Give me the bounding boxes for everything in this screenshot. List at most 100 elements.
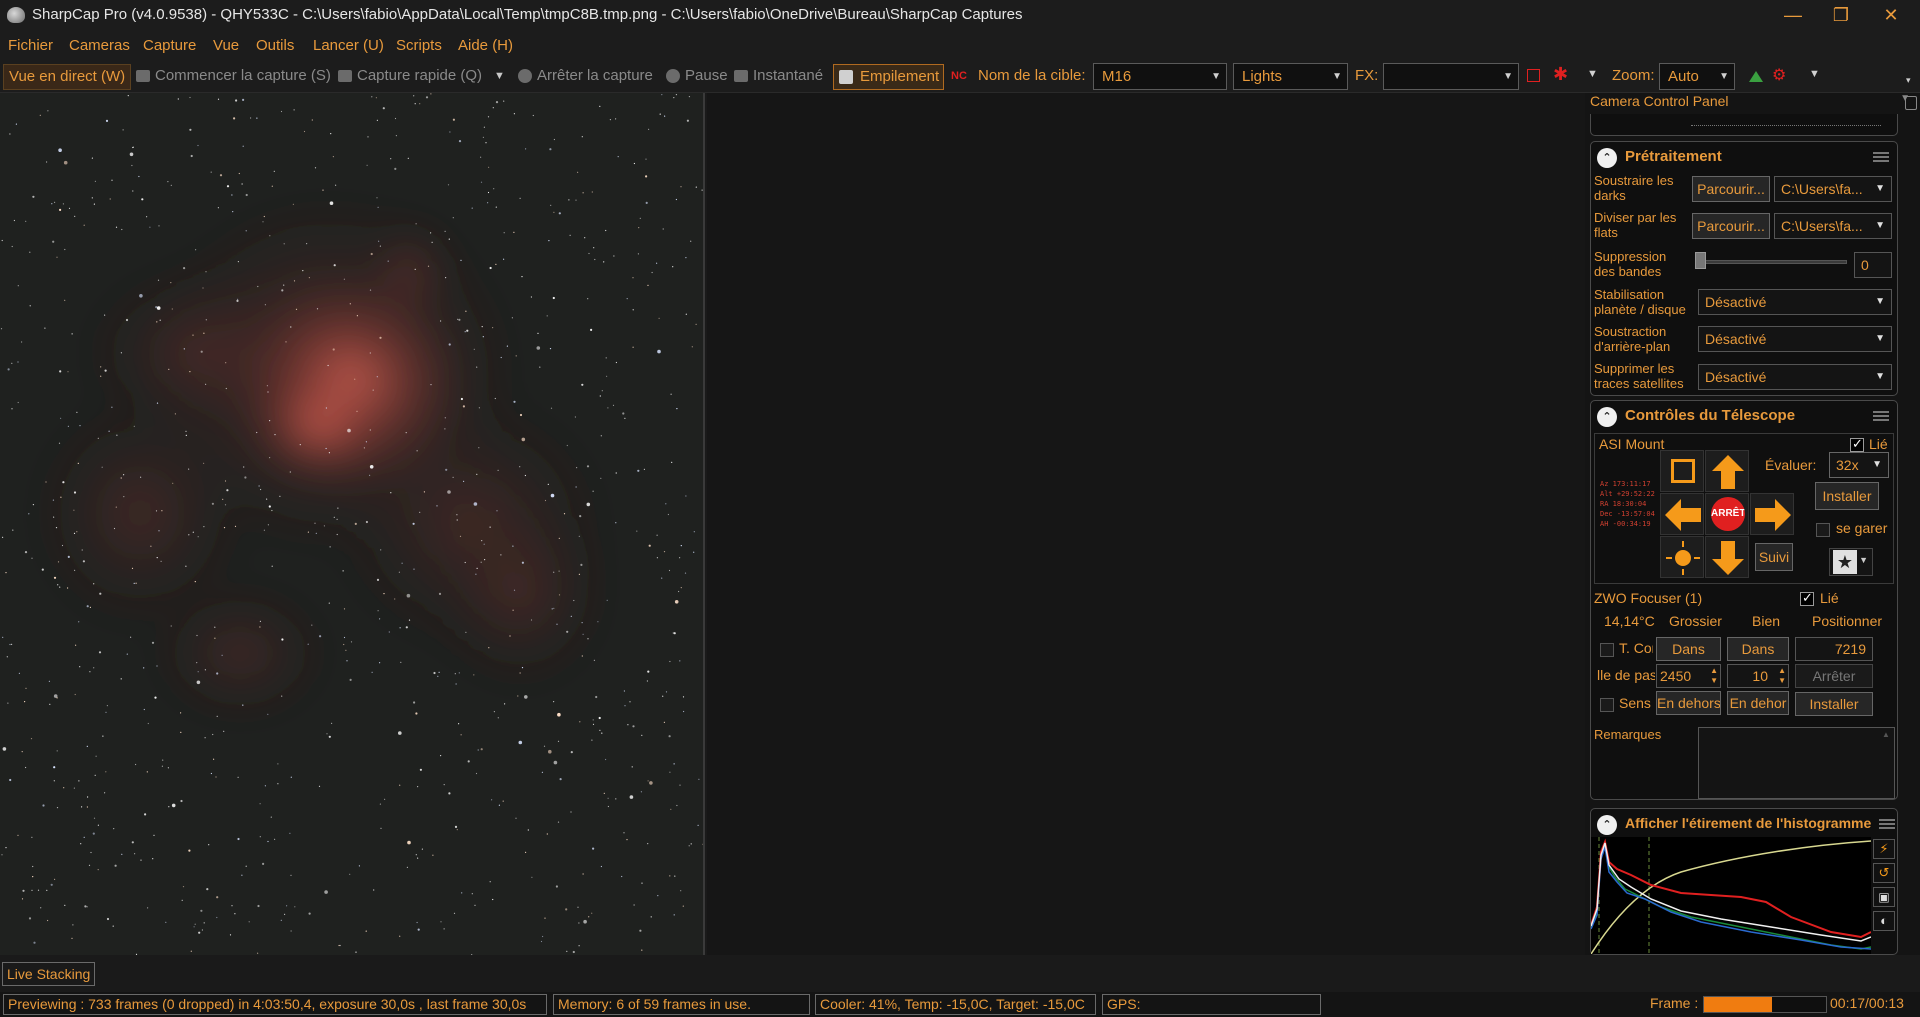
star xyxy=(99,592,102,595)
menu-aide[interactable]: Aide (H) xyxy=(458,37,513,54)
position-input[interactable]: 7219 xyxy=(1795,637,1873,661)
fine-out-button[interactable]: En dehor xyxy=(1727,691,1789,715)
star xyxy=(354,378,356,380)
star xyxy=(601,390,603,392)
satellite-dropdown[interactable]: Désactivé ▼ xyxy=(1698,364,1892,390)
star xyxy=(212,733,214,736)
rate-dropdown[interactable]: 32x ▼ xyxy=(1829,452,1889,478)
star xyxy=(174,413,176,415)
park-checkbox[interactable] xyxy=(1816,523,1830,537)
settings-gear-icon[interactable]: ⚙ xyxy=(1772,65,1786,85)
fx-combo[interactable]: ▼ xyxy=(1383,63,1519,90)
menu-fichier[interactable]: Fichier xyxy=(8,37,53,54)
star xyxy=(464,331,466,333)
banding-slider[interactable] xyxy=(1697,260,1847,264)
menu-capture[interactable]: Capture xyxy=(143,37,196,54)
star xyxy=(454,673,456,675)
spinner-icon[interactable]: ▲ ▼ xyxy=(1710,666,1718,686)
capture-options-dropdown[interactable]: ▼ xyxy=(494,64,505,90)
quick-capture-button[interactable]: Capture rapide (Q) xyxy=(338,64,482,90)
histogram-icon[interactable] xyxy=(1749,71,1763,82)
contrast-icon[interactable]: ◐ xyxy=(1873,911,1895,931)
collapse-chevron-icon[interactable]: ⌃ xyxy=(1597,815,1617,835)
star xyxy=(242,98,245,101)
menu-lancer[interactable]: Lancer (U) xyxy=(313,37,384,54)
menu-scripts[interactable]: Scripts xyxy=(396,37,442,54)
stop-capture-button[interactable]: Arrêter la capture xyxy=(518,64,653,90)
banding-value-input[interactable]: 0 xyxy=(1854,252,1892,278)
move-south-button[interactable] xyxy=(1705,536,1749,578)
fine-in-button[interactable]: Dans xyxy=(1727,637,1789,661)
reset-icon[interactable]: ↺ xyxy=(1873,863,1895,883)
coarse-step-input[interactable]: 2450 ▲ ▼ xyxy=(1656,664,1721,688)
flats-browse-button[interactable]: Parcourir... xyxy=(1692,213,1770,239)
auto-stretch-icon[interactable]: ⚡ xyxy=(1873,839,1895,859)
zoom-combo[interactable]: Auto ▼ xyxy=(1659,63,1735,90)
snapshot-button[interactable]: Instantané xyxy=(734,64,823,90)
move-north-button[interactable] xyxy=(1705,450,1749,492)
pin-icon[interactable] xyxy=(1905,96,1917,110)
frame-type-combo[interactable]: Lights ▼ xyxy=(1233,63,1348,90)
star xyxy=(656,534,658,536)
move-west-button[interactable] xyxy=(1660,493,1704,535)
focuser-stop-button[interactable]: Arrêter xyxy=(1795,664,1873,688)
star xyxy=(42,804,45,807)
section-menu-icon[interactable] xyxy=(1873,152,1889,162)
collapse-chevron-icon[interactable]: ⌃ xyxy=(1597,407,1617,427)
stacking-button[interactable]: Empilement xyxy=(833,64,945,90)
coarse-out-button[interactable]: En dehors xyxy=(1656,691,1721,715)
live-image-view[interactable] xyxy=(0,93,705,955)
coarse-in-button[interactable]: Dans xyxy=(1656,637,1721,661)
stabilization-dropdown[interactable]: Désactivé ▼ xyxy=(1698,289,1892,315)
toolbar-overflow-icon[interactable]: ▾ xyxy=(1906,75,1911,86)
pause-button[interactable]: Pause xyxy=(666,64,728,90)
section-menu-icon[interactable] xyxy=(1879,819,1895,829)
section-menu-icon[interactable] xyxy=(1873,411,1889,421)
target-name-combo[interactable]: M16 ▼ xyxy=(1093,63,1227,90)
tracking-button[interactable]: Suivi xyxy=(1755,543,1793,571)
darks-path-dropdown[interactable]: C:\Users\fa... ▼ xyxy=(1774,176,1892,202)
stop-mount-button[interactable]: ARRÊTE xyxy=(1705,493,1749,535)
star xyxy=(183,348,185,350)
tools-dropdown-icon[interactable]: ▼ xyxy=(1587,68,1598,80)
menu-outils[interactable]: Outils xyxy=(256,37,294,54)
start-capture-button[interactable]: Commencer la capture (S) xyxy=(136,64,331,90)
more-dropdown-icon[interactable]: ▼ xyxy=(1809,68,1820,80)
star xyxy=(376,578,380,581)
menu-cameras[interactable]: Cameras xyxy=(69,37,130,54)
fine-step-input[interactable]: 10 ▲ ▼ xyxy=(1727,664,1789,688)
menu-vue[interactable]: Vue xyxy=(213,37,239,54)
banding-slider-handle[interactable] xyxy=(1695,252,1706,269)
background-subtraction-dropdown[interactable]: Désactivé ▼ xyxy=(1698,326,1892,352)
histogram-plot[interactable] xyxy=(1590,837,1872,955)
close-button[interactable]: ✕ xyxy=(1868,0,1914,31)
mount-linked-checkbox[interactable] xyxy=(1850,436,1864,452)
no-target-icon[interactable]: NC xyxy=(951,64,967,90)
star xyxy=(662,228,664,230)
temp-comp-checkbox[interactable] xyxy=(1600,643,1614,657)
live-stacking-tab[interactable]: Live Stacking xyxy=(2,962,96,986)
star xyxy=(64,904,66,907)
reverse-checkbox[interactable] xyxy=(1600,698,1614,712)
focuser-install-button[interactable]: Installer xyxy=(1795,692,1873,716)
star-target-dropdown[interactable]: ★ ▼ xyxy=(1829,548,1873,576)
notes-textarea[interactable]: ▲ xyxy=(1698,727,1895,799)
selection-rect-icon[interactable] xyxy=(1527,69,1540,82)
home-button[interactable] xyxy=(1660,536,1704,578)
flats-path-dropdown[interactable]: C:\Users\fa... ▼ xyxy=(1774,213,1892,239)
live-view-button[interactable]: Vue en direct (W) xyxy=(3,64,132,90)
notes-scrollbar[interactable]: ▲ xyxy=(1882,730,1892,796)
save-icon[interactable]: ▣ xyxy=(1873,887,1895,907)
spinner-icon[interactable]: ▲ ▼ xyxy=(1778,666,1786,686)
star xyxy=(557,712,561,717)
minimize-button[interactable]: — xyxy=(1770,0,1816,31)
move-east-button[interactable] xyxy=(1750,493,1794,535)
goto-button[interactable] xyxy=(1660,450,1704,492)
darks-browse-button[interactable]: Parcourir... xyxy=(1692,176,1770,202)
focuser-linked-checkbox[interactable] xyxy=(1800,590,1814,606)
collapse-chevron-icon[interactable]: ⌃ xyxy=(1597,148,1617,168)
maximize-button[interactable]: ❐ xyxy=(1818,0,1864,31)
mount-install-button[interactable]: Installer xyxy=(1815,482,1879,510)
reticle-icon[interactable]: ✱ xyxy=(1553,64,1568,85)
star xyxy=(593,247,595,249)
